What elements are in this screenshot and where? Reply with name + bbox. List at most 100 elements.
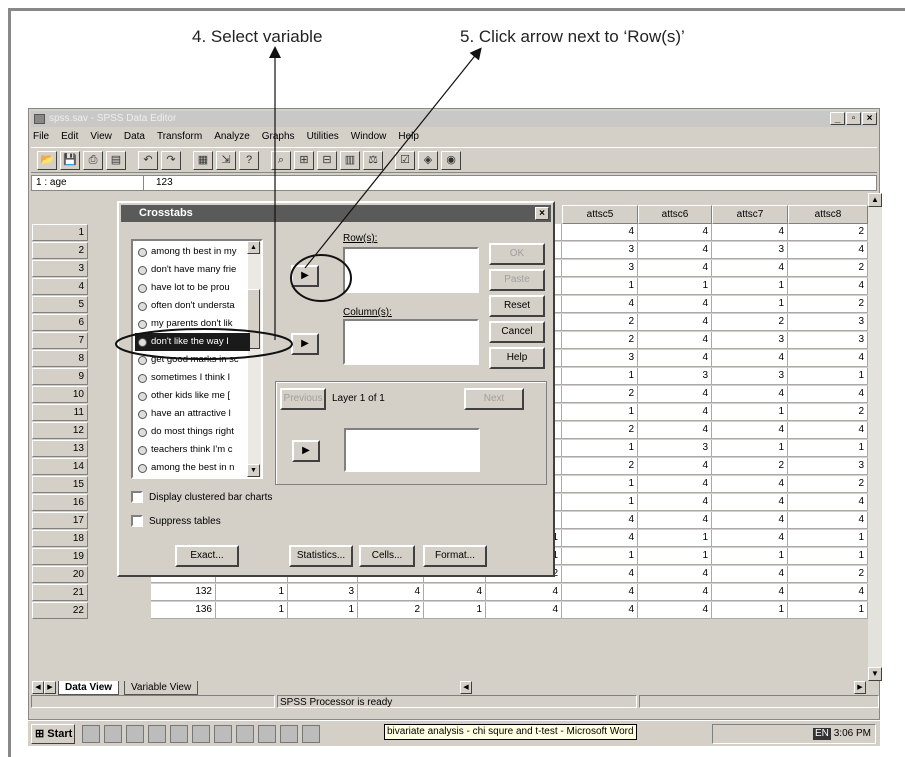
browser-icon[interactable] — [170, 725, 188, 743]
menu-analyze[interactable]: Analyze — [214, 129, 250, 145]
table-cell[interactable]: 2 — [788, 476, 868, 493]
row-number[interactable]: 5 — [32, 296, 88, 313]
table-cell[interactable]: 2 — [788, 296, 868, 313]
select-cases-icon[interactable]: ☑ — [395, 151, 415, 170]
row-number[interactable]: 11 — [32, 404, 88, 421]
table-cell[interactable]: 4 — [788, 512, 868, 529]
redo-icon[interactable]: ↷ — [161, 151, 181, 170]
table-cell[interactable]: 4 — [788, 242, 868, 259]
row-number[interactable]: 8 — [32, 350, 88, 367]
menu-view[interactable]: View — [90, 129, 112, 145]
vertical-scrollbar[interactable]: ▲ ▼ — [868, 193, 882, 681]
column-header-attsc6[interactable]: attsc6 — [638, 205, 712, 224]
weight-cases-icon[interactable]: ⚖ — [363, 151, 383, 170]
start-button[interactable]: ⊞ Start — [31, 724, 75, 744]
goto-chart-icon[interactable]: ▦ — [193, 151, 213, 170]
table-cell[interactable]: 3 — [788, 332, 868, 349]
table-cell[interactable]: 1 — [562, 476, 638, 493]
row-number[interactable]: 9 — [32, 368, 88, 385]
help-button[interactable]: Help — [489, 347, 545, 369]
outlook-icon[interactable] — [126, 725, 144, 743]
columns-listbox[interactable] — [343, 319, 479, 365]
table-cell[interactable]: 4 — [712, 494, 788, 511]
use-sets-icon[interactable]: ◉ — [441, 151, 461, 170]
variable-list-item[interactable]: get good marks in sc — [135, 351, 250, 369]
table-cell[interactable]: 1 — [562, 440, 638, 457]
table-cell[interactable]: 4 — [638, 422, 712, 439]
tab-next-icon[interactable]: ▶ — [44, 681, 56, 694]
variable-list-item[interactable]: don't have many frie — [135, 261, 250, 279]
layers-arrow-button[interactable]: ▶ — [292, 440, 320, 462]
hscroll-left-icon[interactable]: ◀ — [460, 681, 472, 694]
show-desktop-icon[interactable] — [82, 725, 100, 743]
table-cell[interactable]: 2 — [358, 602, 424, 619]
table-cell[interactable]: 1 — [288, 602, 358, 619]
table-cell[interactable]: 4 — [638, 332, 712, 349]
row-number[interactable]: 12 — [32, 422, 88, 439]
table-cell[interactable]: 4 — [638, 350, 712, 367]
table-cell[interactable]: 4 — [486, 602, 562, 619]
variable-list-item[interactable]: often don't understa — [135, 297, 250, 315]
table-cell[interactable]: 4 — [788, 350, 868, 367]
table-cell[interactable]: 4 — [712, 386, 788, 403]
table-cell[interactable]: 4 — [638, 314, 712, 331]
table-cell[interactable]: 2 — [788, 566, 868, 583]
menu-window[interactable]: Window — [351, 129, 387, 145]
variables-icon[interactable]: ? — [239, 151, 259, 170]
table-cell[interactable]: 4 — [638, 512, 712, 529]
variable-list-item[interactable]: among the best in n — [135, 459, 250, 477]
columns-arrow-button[interactable]: ▶ — [291, 333, 319, 355]
variable-list-item[interactable]: among th best in my — [135, 243, 250, 261]
clustered-bar-checkbox[interactable]: Display clustered bar charts — [131, 491, 272, 504]
table-cell[interactable]: 4 — [638, 242, 712, 259]
table-cell[interactable]: 3 — [712, 242, 788, 259]
table-cell[interactable]: 1 — [788, 548, 868, 565]
print-icon[interactable]: ⎙ — [83, 151, 103, 170]
table-cell[interactable]: 4 — [562, 530, 638, 547]
insert-case-icon[interactable]: ⊞ — [294, 151, 314, 170]
tab-data-view[interactable]: Data View — [58, 681, 120, 695]
table-cell[interactable]: 3 — [562, 260, 638, 277]
row-number[interactable]: 10 — [32, 386, 88, 403]
menu-file[interactable]: File — [33, 129, 49, 145]
goto-case-icon[interactable]: ⇲ — [216, 151, 236, 170]
table-cell[interactable]: 1 — [712, 296, 788, 313]
layers-listbox[interactable] — [344, 428, 480, 472]
variable-list-item[interactable]: my parents don't lik — [135, 315, 250, 333]
table-cell[interactable]: 4 — [712, 512, 788, 529]
save-icon[interactable]: 💾 — [60, 151, 80, 170]
table-cell[interactable]: 4 — [562, 224, 638, 241]
table-cell[interactable]: 3 — [712, 332, 788, 349]
previous-layer-button[interactable]: Previous — [280, 388, 326, 410]
table-cell[interactable]: 1 — [712, 278, 788, 295]
table-cell[interactable]: 2 — [712, 458, 788, 475]
word-doc-icon-2[interactable] — [214, 725, 232, 743]
dialog-close-button[interactable]: × — [535, 207, 549, 220]
row-number[interactable]: 6 — [32, 314, 88, 331]
table-cell[interactable]: 4 — [424, 584, 486, 601]
column-header-attsc5[interactable]: attsc5 — [562, 205, 638, 224]
table-cell[interactable]: 1 — [788, 368, 868, 385]
exact-button[interactable]: Exact... — [175, 545, 239, 567]
open-icon[interactable]: 📂 — [37, 151, 57, 170]
column-header-attsc7[interactable]: attsc7 — [712, 205, 788, 224]
table-cell[interactable]: 1 — [712, 440, 788, 457]
table-cell[interactable]: 1 — [562, 548, 638, 565]
table-cell[interactable]: 2 — [712, 314, 788, 331]
variable-list-item[interactable]: sometimes I think I — [135, 369, 250, 387]
row-number[interactable]: 1 — [32, 224, 88, 241]
table-cell[interactable]: 4 — [638, 224, 712, 241]
menu-transform[interactable]: Transform — [157, 129, 202, 145]
scroll-down-icon[interactable]: ▼ — [868, 667, 882, 681]
table-cell[interactable]: 2 — [562, 314, 638, 331]
row-number[interactable]: 4 — [32, 278, 88, 295]
menu-utilities[interactable]: Utilities — [307, 129, 339, 145]
row-number[interactable]: 20 — [32, 566, 88, 583]
table-cell[interactable]: 4 — [712, 530, 788, 547]
table-cell[interactable]: 4 — [638, 566, 712, 583]
table-cell[interactable]: 4 — [562, 584, 638, 601]
table-cell[interactable]: 2 — [562, 422, 638, 439]
table-cell[interactable]: 4 — [358, 584, 424, 601]
table-cell[interactable]: 4 — [638, 260, 712, 277]
row-number[interactable]: 22 — [32, 602, 88, 619]
